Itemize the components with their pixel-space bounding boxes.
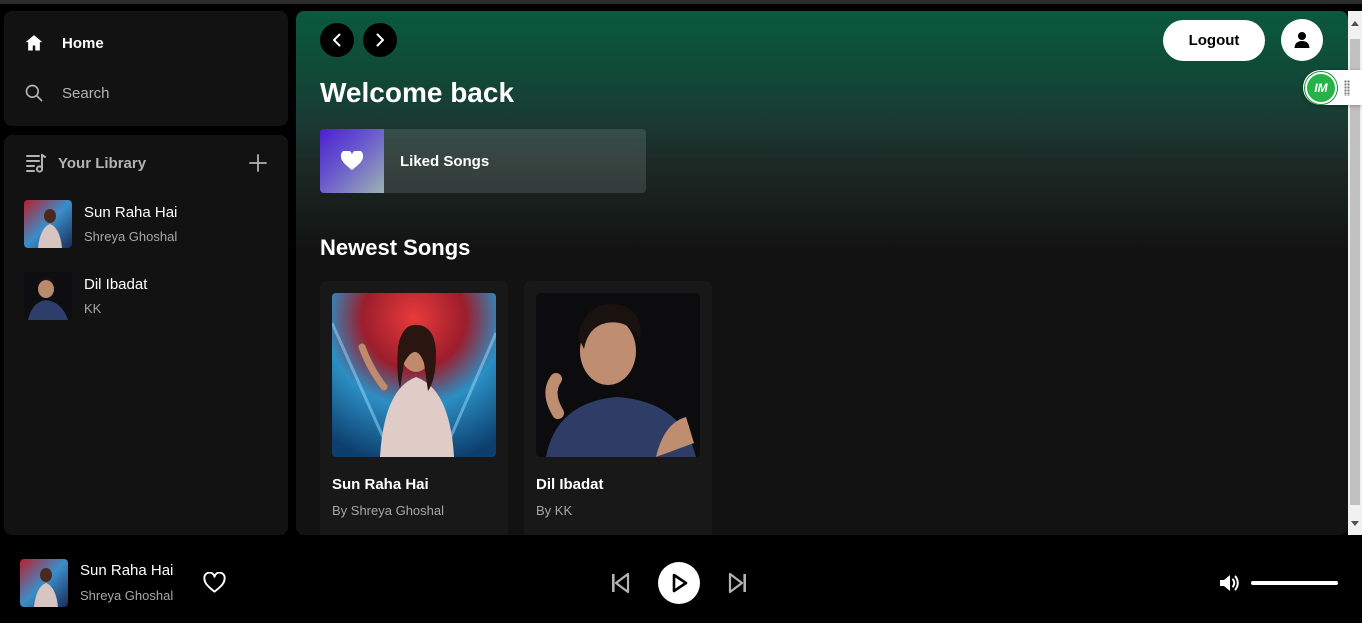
song-card-title: Dil Ibadat [536,476,604,493]
play-button[interactable] [658,562,700,604]
song-card-cover [536,293,700,457]
heart-outline-icon[interactable] [203,572,226,594]
logout-button[interactable]: Logout [1163,20,1265,61]
sidebar-item-home[interactable]: Home [24,33,104,53]
song-card-subtitle: By Shreya Ghoshal [332,503,445,518]
library-item-title: Dil Ibadat [84,276,148,293]
extension-widget[interactable]: IM [1303,70,1362,105]
library-title: Your Library [58,154,147,172]
home-label: Home [62,34,104,52]
main-content: Logout Welcome back Liked Songs Newest S… [296,11,1348,535]
previous-track-icon[interactable] [609,572,631,594]
liked-songs-tile[interactable]: Liked Songs [320,129,646,193]
song-card[interactable]: Dil Ibadat By KK [524,281,712,535]
volume-slider-fill [1251,581,1338,585]
window-top-strip [0,0,1362,4]
search-label: Search [62,84,110,102]
now-playing-cover [20,559,68,607]
song-card-cover [332,293,496,457]
library-panel: Your Library Sun Raha Hai Shreya Ghoshal… [4,135,288,535]
chevron-right-icon [376,33,384,47]
volume-icon[interactable] [1218,572,1242,594]
liked-songs-label: Liked Songs [400,152,490,170]
library-item-cover [24,200,72,248]
play-icon [672,573,688,593]
song-card[interactable]: Sun Raha Hai By Shreya Ghoshal [320,281,508,535]
extension-logo[interactable]: IM [1305,71,1337,104]
drag-handle-icon[interactable] [1344,79,1350,96]
chevron-left-icon [333,33,341,47]
heart-icon [341,151,363,170]
user-profile-button[interactable] [1281,19,1323,61]
library-item-cover [24,272,72,320]
next-track-icon[interactable] [727,572,749,594]
home-icon [25,35,43,51]
section-title: Newest Songs [320,235,471,260]
library-item-artist: KK [84,301,102,316]
library-item[interactable]: Dil Ibadat KK [24,272,147,320]
song-card-subtitle: By KK [536,503,573,518]
sidebar-item-search[interactable]: Search [24,83,110,103]
liked-songs-cover [320,129,384,193]
forward-button[interactable] [363,23,397,57]
volume-slider[interactable] [1251,581,1338,585]
library-item[interactable]: Sun Raha Hai Shreya Ghoshal [24,200,177,248]
now-playing-artist: Shreya Ghoshal [80,588,174,603]
now-playing-title: Sun Raha Hai [80,562,174,579]
scroll-down-arrow-icon[interactable] [1351,521,1359,526]
library-item-artist: Shreya Ghoshal [84,229,178,244]
player-bar: Sun Raha Hai Shreya Ghoshal [0,540,1362,623]
user-icon [1294,32,1310,48]
page-title: Welcome back [320,77,515,108]
scroll-up-arrow-icon[interactable] [1351,21,1359,26]
library-icon [26,154,46,173]
song-card-title: Sun Raha Hai [332,476,429,493]
scrollbar-thumb[interactable] [1350,39,1360,505]
library-item-title: Sun Raha Hai [84,204,178,221]
sidebar-nav: Home Search [4,11,288,126]
library-title-button[interactable]: Your Library [24,151,146,175]
library-header: Your Library [24,151,268,175]
plus-icon[interactable] [248,153,268,173]
search-icon [25,84,43,102]
back-button[interactable] [320,23,354,57]
